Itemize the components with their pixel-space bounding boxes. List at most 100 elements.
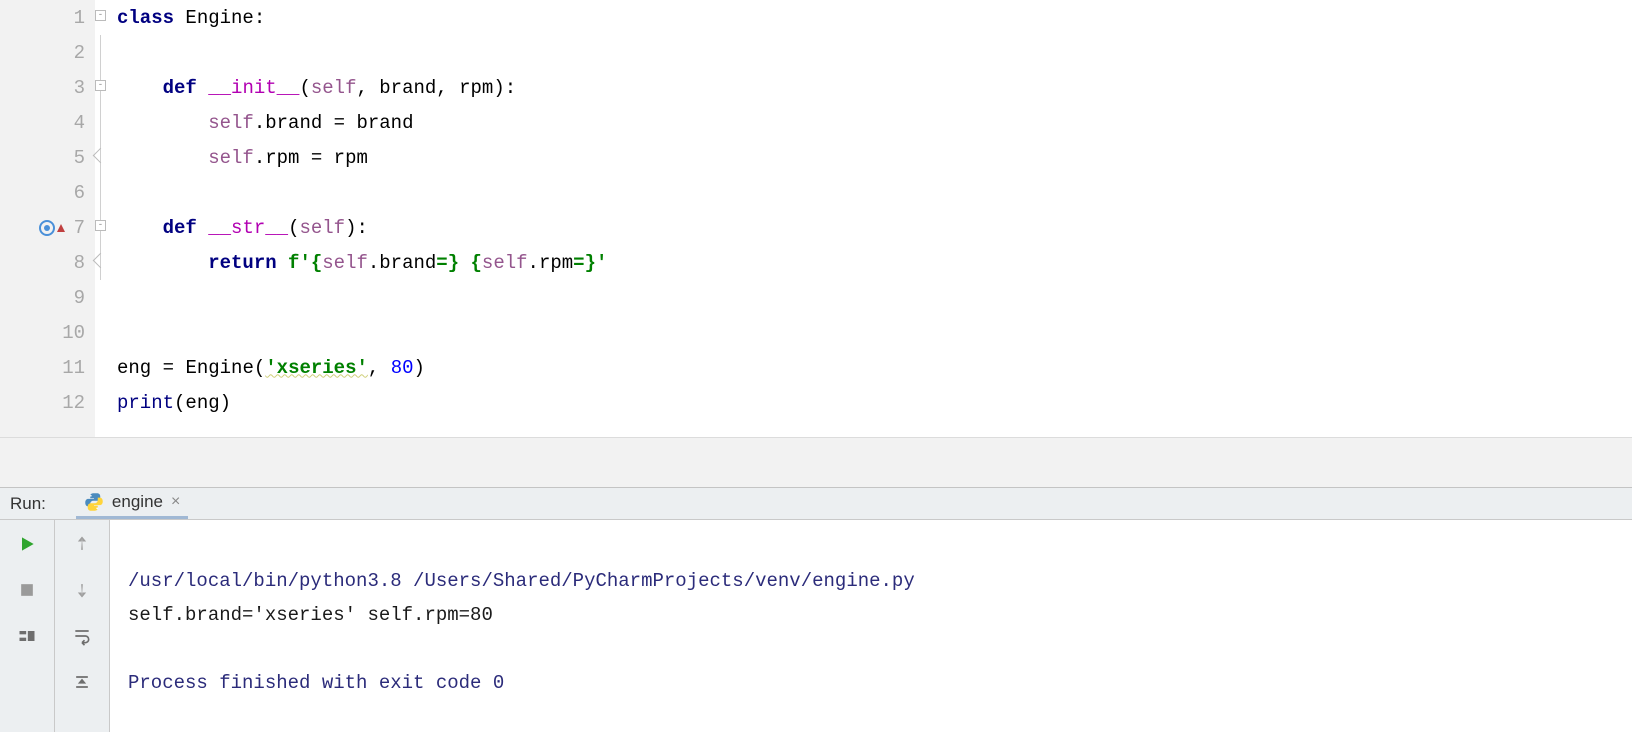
num-80: 80 xyxy=(391,357,414,379)
run-tab-name: engine xyxy=(112,492,163,512)
self-ref: self xyxy=(208,147,254,169)
gutter-row[interactable]: 10 xyxy=(0,315,95,350)
gutter-row[interactable]: 6 xyxy=(0,175,95,210)
python-file-icon xyxy=(84,492,104,512)
rerun-button[interactable] xyxy=(13,530,41,558)
code-line[interactable] xyxy=(113,35,1632,70)
param-brand: brand xyxy=(379,77,436,99)
keyword-return: return xyxy=(208,252,276,274)
punct-lparen: ( xyxy=(174,392,185,414)
fstr-eq: = xyxy=(436,252,447,274)
punct-lparen: ( xyxy=(288,217,299,239)
self-param: self xyxy=(299,217,345,239)
close-icon[interactable]: × xyxy=(171,493,180,511)
op-assign: = xyxy=(299,147,333,169)
var-rpm: rpm xyxy=(334,147,368,169)
editor-area: 1 2 3 4 5 6 7 8 9 10 11 12 - - xyxy=(0,0,1632,437)
scroll-to-end-button[interactable] xyxy=(68,668,96,696)
line-number: 12 xyxy=(55,392,85,414)
keyword-def: def xyxy=(163,217,197,239)
code-line[interactable] xyxy=(113,315,1632,350)
gutter-row[interactable]: 9 xyxy=(0,280,95,315)
soft-wrap-button[interactable] xyxy=(68,622,96,650)
gutter-row[interactable]: 2 xyxy=(0,35,95,70)
fold-start-icon[interactable]: - xyxy=(95,220,106,231)
punct-comma: , xyxy=(436,77,459,99)
code-line[interactable]: self.brand = brand xyxy=(113,105,1632,140)
code-line[interactable]: self.rpm = rpm xyxy=(113,140,1632,175)
code-line[interactable]: def __init__(self, brand, rpm): xyxy=(113,70,1632,105)
fstring-prefix: f xyxy=(277,252,300,274)
override-gutter-icon[interactable] xyxy=(39,220,55,236)
scroll-up-button[interactable] xyxy=(68,530,96,558)
fold-end-icon[interactable] xyxy=(93,253,109,269)
scroll-down-button[interactable] xyxy=(68,576,96,604)
code-line[interactable]: def __str__(self): xyxy=(113,210,1632,245)
attr-rpm: rpm xyxy=(539,252,573,274)
line-number: 9 xyxy=(55,287,85,309)
gutter-row[interactable]: 1 xyxy=(0,0,95,35)
self-ref: self xyxy=(208,112,254,134)
gutter-row[interactable]: 5 xyxy=(0,140,95,175)
var-brand: brand xyxy=(356,112,413,134)
gutter-row[interactable]: 7 xyxy=(0,210,95,245)
code-line[interactable] xyxy=(113,175,1632,210)
punct-rparen: ) xyxy=(345,217,356,239)
var-eng: eng xyxy=(117,357,151,379)
punct-dot: . xyxy=(254,112,265,134)
attr-brand: brand xyxy=(265,112,322,134)
self-param: self xyxy=(311,77,357,99)
punct-rparen: ) xyxy=(220,392,231,414)
run-toolbar-inner xyxy=(55,520,110,732)
code-line[interactable] xyxy=(113,280,1632,315)
fstr-brace: { xyxy=(471,252,482,274)
gutter-row[interactable]: 4 xyxy=(0,105,95,140)
punct-colon: : xyxy=(356,217,367,239)
gutter-row[interactable]: 11 xyxy=(0,350,95,385)
keyword-def: def xyxy=(163,77,197,99)
punct-dot: . xyxy=(254,147,265,169)
punct-dot: . xyxy=(368,252,379,274)
fstr-eq: = xyxy=(573,252,584,274)
run-body: /usr/local/bin/python3.8 /Users/Shared/P… xyxy=(0,520,1632,732)
attr-brand: brand xyxy=(379,252,436,274)
code-line[interactable]: eng = Engine('xseries', 80) xyxy=(113,350,1632,385)
class-name: Engine xyxy=(174,7,254,29)
line-number: 11 xyxy=(55,357,85,379)
code-line[interactable]: return f'{self.brand=} {self.rpm=}' xyxy=(113,245,1632,280)
gutter-row[interactable]: 3 xyxy=(0,70,95,105)
run-header-label: Run: xyxy=(10,494,46,514)
fstr-brace: { xyxy=(311,252,322,274)
line-number: 5 xyxy=(55,147,85,169)
punct-comma: , xyxy=(368,357,391,379)
punct-rparen: ) xyxy=(493,77,504,99)
code-line[interactable]: print(eng) xyxy=(113,385,1632,420)
punct-comma: , xyxy=(356,77,379,99)
fstr-brace: } xyxy=(585,252,596,274)
layout-button[interactable] xyxy=(13,622,41,650)
punct-colon: : xyxy=(254,7,265,29)
self-ref: self xyxy=(322,252,368,274)
fold-start-icon[interactable]: - xyxy=(95,10,106,21)
punct-colon: : xyxy=(505,77,516,99)
punct-dot: . xyxy=(528,252,539,274)
run-tab[interactable]: engine × xyxy=(76,488,188,519)
line-number: 10 xyxy=(55,322,85,344)
param-rpm: rpm xyxy=(459,77,493,99)
gutter-row[interactable]: 12 xyxy=(0,385,95,420)
keyword-class: class xyxy=(117,7,174,29)
var-eng: eng xyxy=(185,392,219,414)
op-assign: = xyxy=(322,112,356,134)
dunder-init: __init__ xyxy=(208,77,299,99)
code-line[interactable]: class Engine: xyxy=(113,0,1632,35)
fstr-brace: } xyxy=(448,252,459,274)
stop-button[interactable] xyxy=(13,576,41,604)
console-stdout-line: self.brand='xseries' self.rpm=80 xyxy=(128,604,493,626)
line-number: 2 xyxy=(55,42,85,64)
line-number: 1 xyxy=(55,7,85,29)
fold-end-icon[interactable] xyxy=(93,148,109,164)
code-pane[interactable]: class Engine: def __init__(self, brand, … xyxy=(113,0,1632,437)
fold-start-icon[interactable]: - xyxy=(95,80,106,91)
gutter-row[interactable]: 8 xyxy=(0,245,95,280)
console-output[interactable]: /usr/local/bin/python3.8 /Users/Shared/P… xyxy=(110,520,1632,732)
